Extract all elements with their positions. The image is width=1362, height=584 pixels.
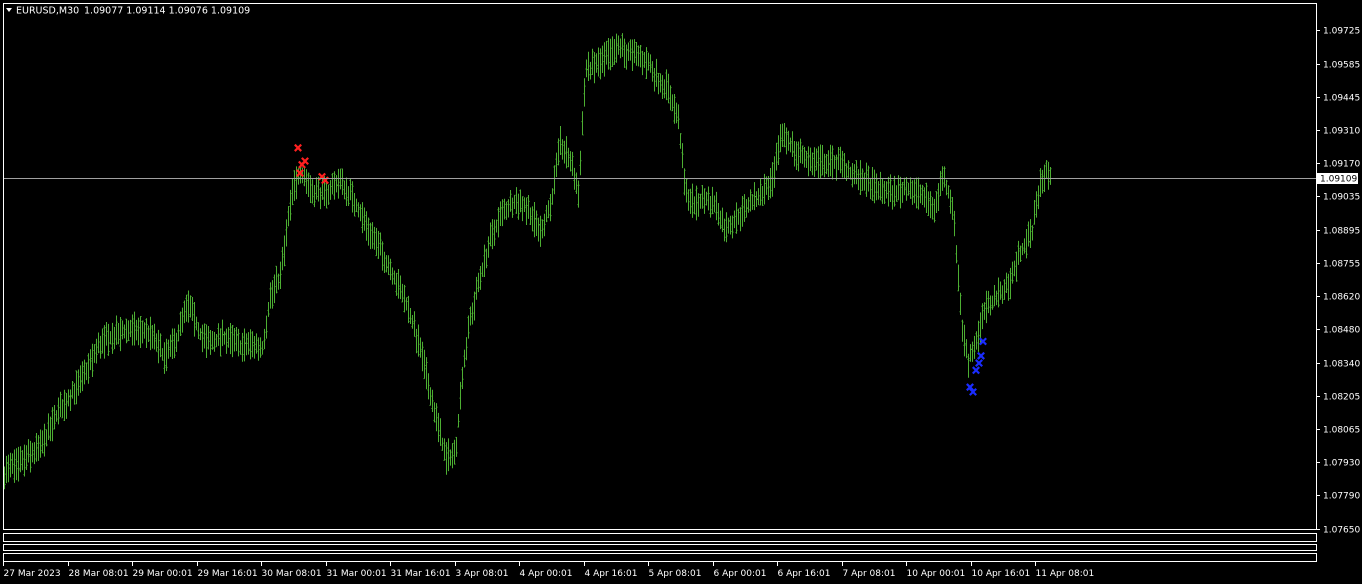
- symbol-timeframe: EURUSD,M30: [16, 6, 79, 17]
- xtick-label: 5 Apr 08:01: [649, 569, 702, 579]
- ytick-label: 1.09170: [1323, 160, 1360, 170]
- xtick-label: 3 Apr 08:01: [456, 569, 509, 579]
- xtick-label: 29 Mar 00:01: [133, 569, 193, 579]
- xtick-label: 6 Apr 00:01: [714, 569, 767, 579]
- xtick-label: 31 Mar 00:01: [327, 569, 387, 579]
- ytick-label: 1.09445: [1323, 94, 1360, 104]
- ytick-label: 1.08895: [1323, 227, 1360, 237]
- current-price-tag: 1.09109: [1317, 173, 1358, 185]
- ytick-label: 1.09725: [1323, 27, 1360, 37]
- ytick-label: 1.07650: [1323, 526, 1360, 536]
- xtick-label: 10 Apr 00:01: [907, 569, 966, 579]
- current-price-label: 1.09109: [1320, 175, 1357, 185]
- ytick-label: 1.08065: [1323, 426, 1360, 436]
- ytick-label: 1.08755: [1323, 260, 1360, 270]
- ytick-label: 1.09035: [1323, 193, 1360, 203]
- chart-canvas[interactable]: 1.09725 1.09585 1.09445 1.09310 1.09170 1.090…: [0, 0, 1362, 584]
- xtick-label: 10 Apr 16:01: [972, 569, 1031, 579]
- xtick-label: 11 Apr 08:01: [1036, 569, 1095, 579]
- ytick-label: 1.08340: [1323, 360, 1360, 370]
- ytick-label: 1.09310: [1323, 127, 1360, 137]
- chart-header: EURUSD,M30 1.09077 1.09114 1.09076 1.091…: [6, 6, 250, 17]
- xtick-label: 4 Apr 00:01: [520, 569, 573, 579]
- ytick-label: 1.08205: [1323, 393, 1360, 403]
- ohlc-values: 1.09077 1.09114 1.09076 1.09109: [84, 6, 250, 17]
- xtick-label: 29 Mar 16:01: [198, 569, 258, 579]
- xtick-label: 6 Apr 16:01: [778, 569, 831, 579]
- xtick-label: 31 Mar 16:01: [391, 569, 451, 579]
- ytick-label: 1.08620: [1323, 293, 1360, 303]
- ytick-label: 1.08480: [1323, 326, 1360, 336]
- xtick-label: 28 Mar 08:01: [69, 569, 129, 579]
- chart-background: [0, 0, 1362, 584]
- price-chart[interactable]: 1.09725 1.09585 1.09445 1.09310 1.09170 1.090…: [0, 0, 1362, 584]
- xtick-label: 7 Apr 08:01: [843, 569, 896, 579]
- xtick-label: 27 Mar 2023: [4, 569, 61, 579]
- xtick-label: 30 Mar 08:01: [262, 569, 322, 579]
- ytick-label: 1.07790: [1323, 492, 1360, 502]
- ytick-label: 1.09585: [1323, 61, 1360, 71]
- xtick-label: 4 Apr 16:01: [585, 569, 638, 579]
- ytick-label: 1.07930: [1323, 459, 1360, 469]
